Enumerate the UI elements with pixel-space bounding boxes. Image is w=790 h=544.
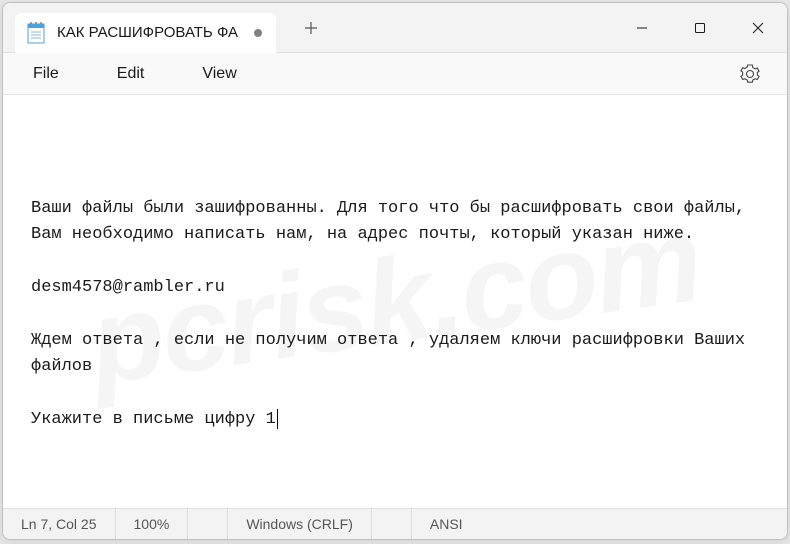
status-spacer bbox=[372, 509, 412, 539]
gear-icon bbox=[740, 64, 760, 84]
text-editor[interactable]: pcrisk.com Ваши файлы были зашифрованны.… bbox=[3, 95, 787, 508]
text-cursor-icon bbox=[277, 409, 278, 429]
text-line: Ваши файлы были зашифрованны. Для того ч… bbox=[31, 199, 755, 244]
statusbar: Ln 7, Col 25 100% Windows (CRLF) ANSI bbox=[3, 508, 787, 539]
editor-content: Ваши файлы были зашифрованны. Для того ч… bbox=[31, 196, 759, 433]
minimize-button[interactable] bbox=[613, 3, 671, 53]
status-position: Ln 7, Col 25 bbox=[3, 509, 116, 539]
text-line: Укажите в письме цифру 1 bbox=[31, 410, 276, 429]
window-controls bbox=[613, 3, 787, 53]
status-zoom[interactable]: 100% bbox=[116, 509, 189, 539]
titlebar: КАК РАСШИФРОВАТЬ ФА bbox=[3, 3, 787, 53]
menu-edit[interactable]: Edit bbox=[97, 59, 165, 89]
close-button[interactable] bbox=[729, 3, 787, 53]
menu-file[interactable]: File bbox=[13, 59, 79, 89]
tab-title: КАК РАСШИФРОВАТЬ ФА bbox=[57, 24, 238, 41]
notepad-window: КАК РАСШИФРОВАТЬ ФА File Edit View bbox=[2, 2, 788, 540]
new-tab-button[interactable] bbox=[294, 11, 328, 45]
settings-button[interactable] bbox=[731, 55, 769, 93]
text-line: Ждем ответа , если не получим ответа , у… bbox=[31, 331, 755, 376]
notepad-icon bbox=[25, 20, 47, 46]
status-spacer bbox=[188, 509, 228, 539]
maximize-button[interactable] bbox=[671, 3, 729, 53]
menubar: File Edit View bbox=[3, 53, 787, 95]
status-encoding: ANSI bbox=[412, 509, 481, 539]
menu-view[interactable]: View bbox=[182, 59, 256, 89]
modified-indicator-icon bbox=[254, 29, 262, 37]
status-line-ending: Windows (CRLF) bbox=[228, 509, 372, 539]
document-tab[interactable]: КАК РАСШИФРОВАТЬ ФА bbox=[15, 13, 276, 53]
text-line: desm4578@rambler.ru bbox=[31, 278, 225, 297]
